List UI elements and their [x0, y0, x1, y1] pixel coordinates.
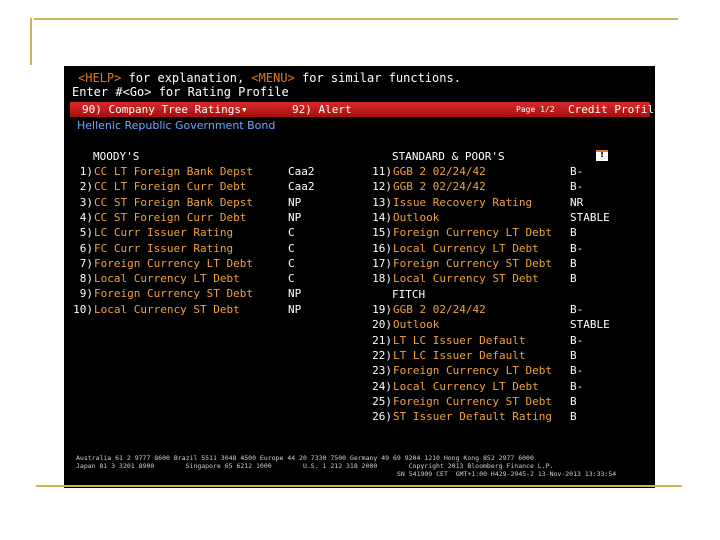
rating-label[interactable]: Outlook: [393, 211, 439, 224]
company-tree-ratings-dropdown[interactable]: 90) Company Tree Ratings▾: [82, 103, 248, 116]
row-number: 15): [372, 226, 392, 240]
rating-value: B-: [570, 303, 584, 316]
sp-rating-row[interactable]: 13) Issue Recovery Rating NR: [64, 196, 655, 211]
row-number: 16): [372, 241, 392, 255]
page-indicator: Page 1/2: [516, 105, 555, 114]
rating-value: NR: [570, 195, 584, 209]
row-number: 26): [372, 410, 392, 424]
row-number: 20): [372, 318, 392, 332]
rating-label[interactable]: Foreign Currency ST Debt: [94, 287, 253, 300]
help-icon[interactable]: !: [596, 150, 608, 161]
rating-label[interactable]: GGB 2 02/24/42: [393, 303, 486, 316]
footer-contacts: Australia 61 2 9777 8600 Brazil 5511 304…: [76, 454, 534, 462]
rating-value: B: [570, 272, 577, 286]
row-number: 21): [372, 333, 392, 347]
sp-rating-row[interactable]: 16) Local Currency LT Debt B-: [64, 242, 655, 257]
rating-label[interactable]: Foreign Currency LT Debt: [393, 226, 552, 239]
rating-label[interactable]: GGB 2 02/24/42: [393, 165, 486, 178]
row-number: 17): [372, 256, 392, 270]
help-key[interactable]: <HELP>: [78, 71, 121, 85]
rating-label[interactable]: Local Currency LT Debt: [393, 380, 539, 393]
fitch-rating-row[interactable]: 26) ST Issuer Default Rating B: [64, 410, 655, 425]
fitch-rating-row[interactable]: 19) GGB 2 02/24/42 B-: [64, 303, 655, 318]
fitch-header: FITCH: [392, 288, 426, 301]
rating-label[interactable]: Issue Recovery Rating: [393, 196, 532, 209]
row-number: 25): [372, 394, 392, 408]
footer-session: SN 541909 CET GMT+1:00 H429-2945-2 13-No…: [397, 470, 617, 478]
rating-value: B: [570, 226, 577, 240]
row-number: 12): [372, 180, 392, 194]
function-toolbar: 90) Company Tree Ratings▾ 92) Alert Page…: [70, 102, 655, 117]
menu-text: for similar functions.: [294, 71, 461, 85]
footer-copyright: Japan 81 3 3201 8900 Singapore 65 6212 1…: [76, 462, 554, 470]
rating-value: STABLE: [570, 210, 610, 224]
fitch-rating-row[interactable]: 22) LT LC Issuer Default B: [64, 349, 655, 364]
row-number: 24): [372, 379, 392, 393]
rating-value: B: [570, 256, 577, 270]
slide-top-rule: [34, 18, 678, 20]
row-number: 22): [372, 348, 392, 362]
rating-label[interactable]: Foreign Currency ST Debt: [393, 257, 552, 270]
row-number: 9): [79, 287, 93, 301]
rating-value: B-: [570, 241, 584, 255]
rating-value: STABLE: [570, 318, 610, 332]
credit-profile-title: Credit Profile: [568, 103, 655, 116]
fitch-rating-row[interactable]: 23) Foreign Currency LT Debt B-: [64, 364, 655, 379]
sp-rating-row[interactable]: 14) Outlook STABLE: [64, 211, 655, 226]
rating-label[interactable]: Local Currency LT Debt: [393, 242, 539, 255]
command-prompt[interactable]: Enter #<Go> for Rating Profile: [72, 85, 289, 99]
rating-label[interactable]: GGB 2 02/24/42: [393, 180, 486, 193]
rating-label[interactable]: LT LC Issuer Default: [393, 349, 525, 362]
row-number: 11): [372, 165, 392, 178]
sp-rating-row[interactable]: 18) Local Currency ST Debt B: [64, 272, 655, 287]
command-hint: <HELP> for explanation, <MENU> for simil…: [78, 71, 461, 85]
row-number: 14): [372, 210, 392, 224]
rating-label[interactable]: Foreign Currency ST Debt: [393, 395, 552, 408]
moodys-header: MOODY'S: [93, 150, 140, 163]
rating-value: B: [570, 394, 577, 408]
alert-button[interactable]: 92) Alert: [292, 103, 352, 116]
fitch-rating-row[interactable]: 24) Local Currency LT Debt B-: [64, 380, 655, 395]
rating-label[interactable]: ST Issuer Default Rating: [393, 410, 552, 423]
rating-value: B-: [570, 364, 584, 378]
slide-left-rule: [30, 18, 32, 65]
security-name: Hellenic Republic Government Bond: [77, 119, 276, 132]
rating-value: B-: [570, 379, 584, 393]
fitch-rating-row[interactable]: 21) LT LC Issuer Default B-: [64, 334, 655, 349]
sp-rating-row[interactable]: 17) Foreign Currency ST Debt B: [64, 257, 655, 272]
row-number: 13): [372, 195, 392, 209]
rating-value: B-: [570, 333, 584, 347]
rating-label[interactable]: Outlook: [393, 318, 439, 331]
rating-label[interactable]: LT LC Issuer Default: [393, 334, 525, 347]
sp-rating-row[interactable]: 11) GGB 2 02/24/42 B-: [64, 165, 655, 180]
fitch-rating-row[interactable]: 20) Outlook STABLE: [64, 318, 655, 333]
slide-bottom-rule: [36, 485, 682, 487]
row-number: 18): [372, 272, 392, 286]
rating-value: B: [570, 410, 577, 424]
help-text: for explanation,: [121, 71, 252, 85]
rating-value: B: [570, 348, 577, 362]
sp-rating-row[interactable]: 12) GGB 2 02/24/42 B-: [64, 180, 655, 195]
rating-value: B-: [570, 165, 584, 178]
rating-value: B-: [570, 180, 584, 194]
bloomberg-terminal: <HELP> for explanation, <MENU> for simil…: [64, 66, 655, 488]
menu-key[interactable]: <MENU>: [251, 71, 294, 85]
rating-label[interactable]: Local Currency ST Debt: [393, 272, 539, 285]
rating-value: NP: [288, 287, 302, 301]
rating-label[interactable]: Foreign Currency LT Debt: [393, 364, 552, 377]
sp-header: STANDARD & POOR'S: [392, 150, 505, 163]
row-number: 23): [372, 364, 392, 378]
moodys-rating-row[interactable]: 9) Foreign Currency ST Debt NP: [64, 287, 655, 302]
sp-rating-row[interactable]: 15) Foreign Currency LT Debt B: [64, 226, 655, 241]
row-number: 19): [372, 303, 392, 316]
fitch-rating-row[interactable]: 25) Foreign Currency ST Debt B: [64, 395, 655, 410]
